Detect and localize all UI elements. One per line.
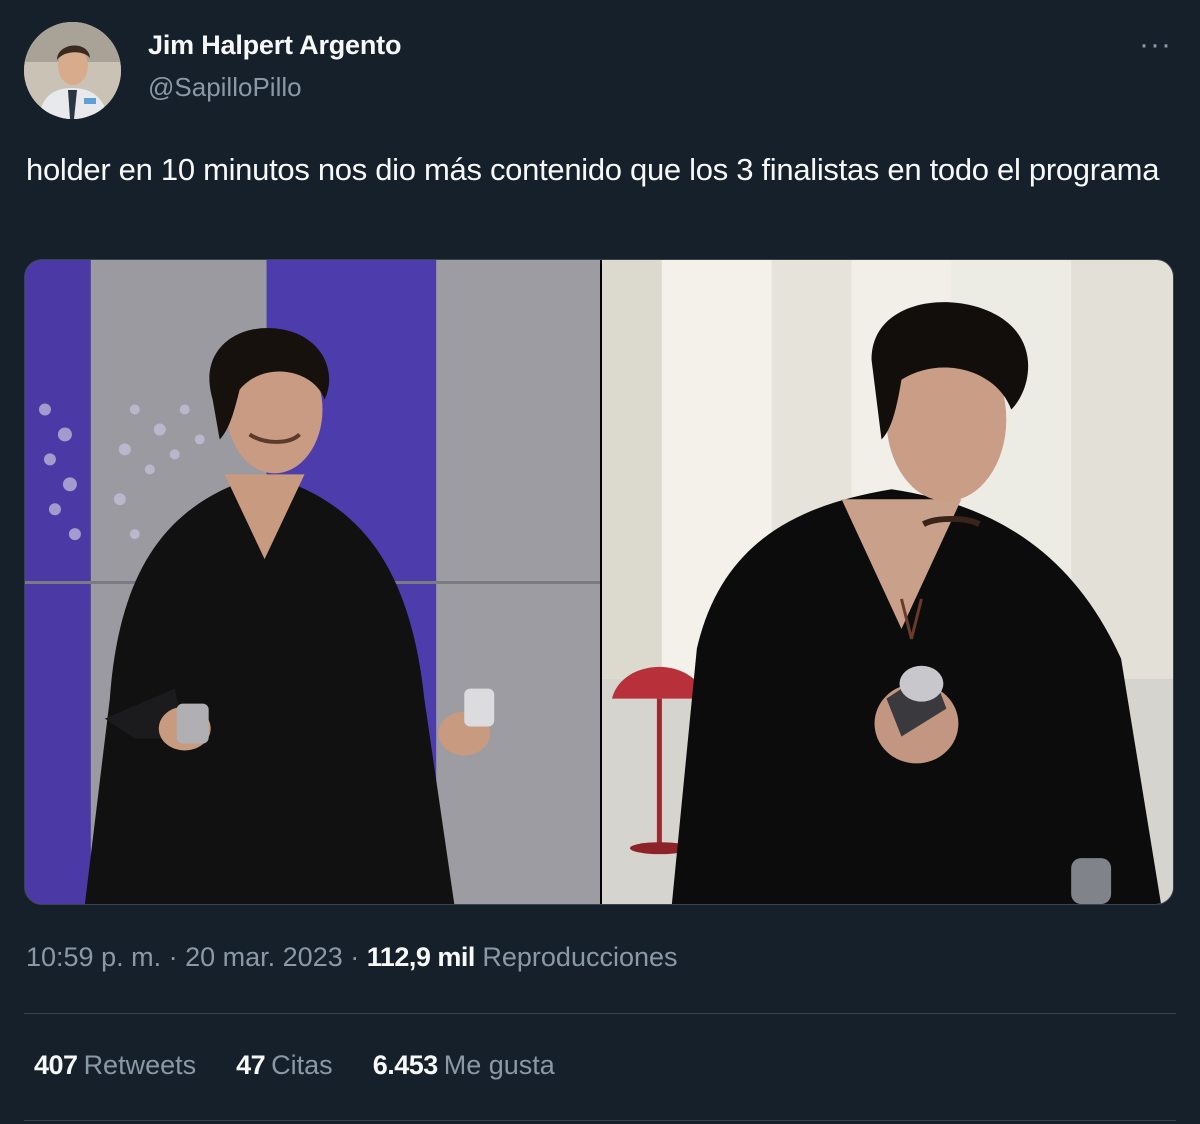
user-handle[interactable]: @SapilloPillo bbox=[148, 72, 302, 103]
photo-man-laughing-purple-wall bbox=[25, 260, 600, 904]
retweets-label: Retweets bbox=[83, 1050, 197, 1080]
engagement-stats: 407 Retweets 47 Citas 6.453 Me gusta bbox=[34, 1050, 555, 1081]
avatar[interactable] bbox=[24, 22, 121, 119]
quotes-count: 47 bbox=[236, 1050, 266, 1080]
retweets-stat[interactable]: 407 Retweets bbox=[34, 1050, 196, 1081]
retweets-count: 407 bbox=[34, 1050, 78, 1080]
avatar-image bbox=[24, 22, 121, 119]
media-photo-left[interactable] bbox=[25, 260, 600, 904]
views-label: Reproducciones bbox=[482, 942, 678, 972]
more-options-icon[interactable]: ··· bbox=[1139, 30, 1172, 60]
tweet-text: holder en 10 minutos nos dio más conteni… bbox=[26, 152, 1160, 187]
likes-count: 6.453 bbox=[372, 1050, 439, 1080]
divider bbox=[24, 1120, 1176, 1121]
quotes-stat[interactable]: 47 Citas bbox=[236, 1050, 333, 1081]
tweet-date[interactable]: 20 mar. 2023 bbox=[185, 942, 343, 972]
likes-stat[interactable]: 6.453 Me gusta bbox=[373, 1050, 555, 1081]
photo-man-holding-bottle bbox=[602, 260, 1173, 904]
divider bbox=[24, 1013, 1176, 1014]
tweet-media[interactable] bbox=[24, 259, 1174, 905]
quotes-label: Citas bbox=[271, 1050, 333, 1080]
meta-separator: · bbox=[168, 942, 178, 972]
likes-label: Me gusta bbox=[443, 1050, 555, 1080]
tweet[interactable]: Jim Halpert Argento @SapilloPillo ··· ho… bbox=[0, 0, 1200, 1124]
media-photo-right[interactable] bbox=[602, 260, 1173, 904]
display-name[interactable]: Jim Halpert Argento bbox=[148, 30, 401, 61]
views-count: 112,9 mil bbox=[366, 942, 476, 972]
tweet-time[interactable]: 10:59 p. m. bbox=[26, 942, 161, 972]
tweet-metadata: 10:59 p. m. · 20 mar. 2023 · 112,9 mil R… bbox=[26, 942, 678, 973]
meta-separator: · bbox=[350, 942, 360, 972]
